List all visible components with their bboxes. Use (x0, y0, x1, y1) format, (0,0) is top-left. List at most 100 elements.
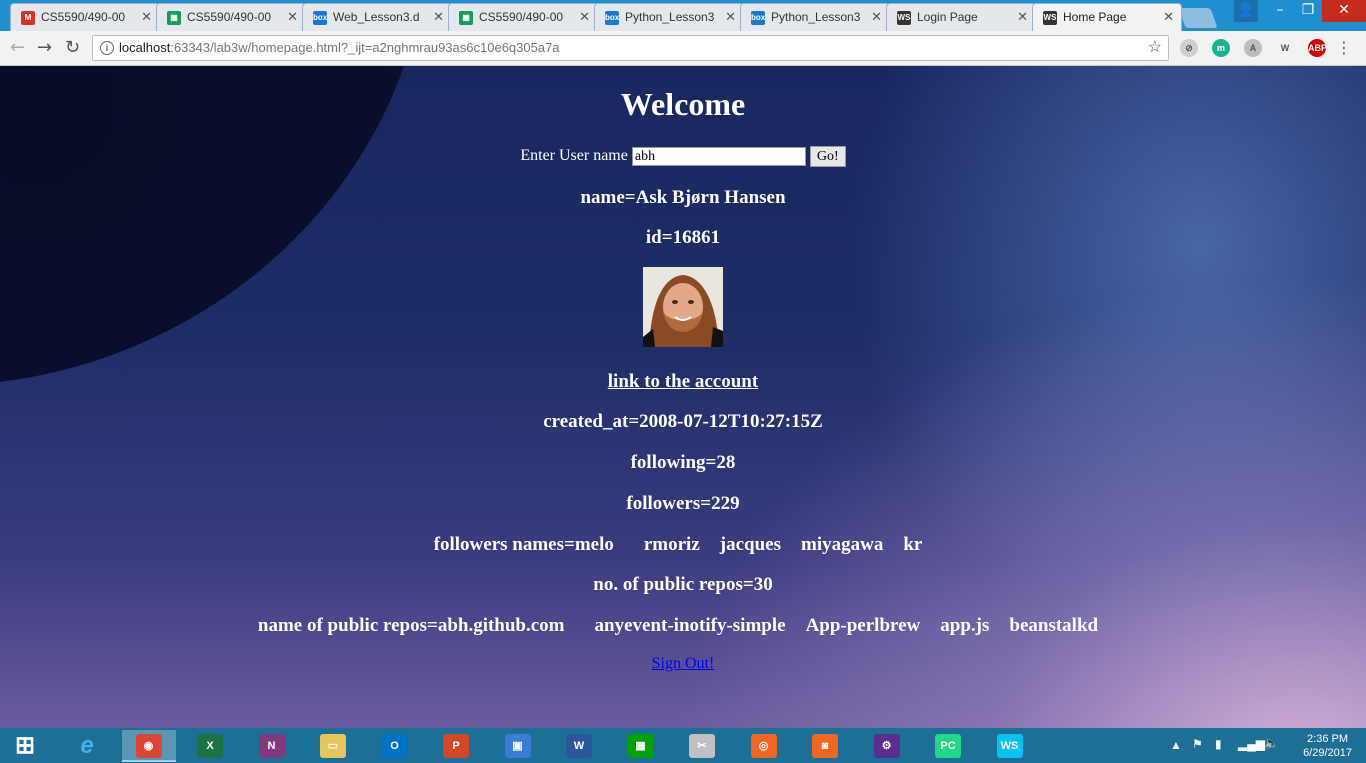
tab-title: Python_Lesson3 (625, 10, 715, 24)
adblock-icon[interactable]: ABP (1308, 39, 1327, 57)
pycharm-icon: PC (935, 734, 961, 758)
store-icon: ▦ (627, 734, 654, 758)
taskbar-app[interactable]: ◎ (737, 730, 791, 762)
repo-name: beanstalkd (1009, 615, 1099, 636)
box-icon: box (751, 11, 765, 25)
tab-title: Web_Lesson3.d (333, 10, 420, 24)
windows-taskbar: ⊞ e ◉ X N ▭ O P ▣ W ▦ ✂ ◎ ◙ ⚙ PC WS ▲ ⚑ ▮ ▂▄▆ 🔈 2:36 PM … (0, 728, 1366, 763)
account-link[interactable]: link to the account (608, 371, 758, 392)
windows-logo-icon: ⊞ (14, 732, 36, 759)
tab-title: Python_Lesson3 (771, 10, 861, 24)
user-profile-icon[interactable]: 👤 (1234, 0, 1258, 22)
public-repos-count-text: no. of public repos=30 (593, 574, 773, 595)
username-input[interactable] (631, 147, 806, 166)
taskbar-app[interactable]: ✂ (675, 730, 729, 762)
clock-time: 2:36 PM (1307, 733, 1349, 745)
tab-title: Login Page (917, 10, 978, 24)
box-icon: box (313, 11, 327, 25)
go-button[interactable]: Go! (809, 146, 846, 167)
url-path: :63343/lab3w/homepage.html?_ijt=a2nghmra… (170, 40, 560, 55)
taskbar-app[interactable]: ⚙ (860, 730, 914, 762)
extension-w-icon[interactable]: W (1276, 39, 1294, 57)
start-button[interactable]: ⊞ (0, 730, 50, 762)
forward-arrow-icon[interactable]: → (37, 37, 52, 58)
show-hidden-icons-chevron-icon[interactable]: ▲ (1170, 738, 1182, 752)
url-bar[interactable]: i localhost:63343/lab3w/homepage.html?_i… (92, 35, 1169, 61)
taskbar-app[interactable]: e (60, 730, 114, 762)
tab-title: CS5590/490-00 (187, 10, 272, 24)
network-signal-icon[interactable]: ▂▄▆ (1238, 737, 1265, 751)
repo-name: anyevent-inotify-simple (594, 615, 786, 636)
close-tab-icon[interactable]: ✕ (141, 9, 152, 25)
taskbar-app[interactable]: WS (983, 730, 1037, 762)
browser-tab[interactable]: box Python_Lesson3 ✕ (740, 3, 890, 31)
tab-title: CS5590/490-00 (479, 10, 564, 24)
volume-icon[interactable]: 🔈 (1264, 736, 1279, 750)
browser-tab[interactable]: ▦ CS5590/490-00 ✕ (156, 3, 306, 31)
follower-name: miyagawa (801, 534, 884, 555)
camera-icon: ◙ (812, 734, 838, 758)
close-tab-icon[interactable]: ✕ (287, 9, 298, 25)
internet-explorer-icon: e (80, 732, 94, 759)
system-clock[interactable]: 2:36 PM 6/29/2017 (1303, 732, 1352, 760)
taskbar-app[interactable]: ▣ (491, 730, 545, 762)
gmail-icon: M (21, 11, 35, 25)
taskbar-app[interactable]: N (245, 730, 299, 762)
chrome-menu-icon[interactable]: ⋮ (1336, 38, 1352, 57)
taskbar-app[interactable]: P (429, 730, 483, 762)
tab-title: CS5590/490-00 (41, 10, 126, 24)
taskbar-app[interactable]: ▭ (306, 730, 360, 762)
extension-translate-icon[interactable]: A (1244, 39, 1262, 57)
page-content: Welcome Enter User name Go! name=Ask Bjø… (0, 66, 1366, 728)
sign-out-line: Sign Out! (0, 655, 1366, 673)
public-repos-line: name of public repos=abh.github.com anyev… (0, 615, 1366, 637)
word-icon: W (566, 734, 592, 758)
close-tab-icon[interactable]: ✕ (871, 9, 882, 25)
sign-out-link[interactable]: Sign Out! (652, 655, 715, 672)
powerpoint-icon: P (443, 734, 469, 758)
taskbar-app[interactable]: ▦ (614, 730, 668, 762)
followers-names-line: followers names=melo rmoriz jacques miyagaw… (0, 534, 1366, 556)
repo-name: app.js (940, 615, 990, 636)
taskbar-app[interactable]: W (552, 730, 606, 762)
battery-icon[interactable]: ▮ (1215, 737, 1222, 751)
page-title: Welcome (620, 86, 746, 122)
close-tab-icon[interactable]: ✕ (725, 9, 736, 25)
taskbar-app[interactable]: ◉ (121, 730, 176, 762)
extension-m-icon[interactable]: m (1212, 39, 1230, 57)
restore-button[interactable]: ❐ (1294, 0, 1322, 22)
taskbar-app[interactable]: O (368, 730, 422, 762)
close-window-button[interactable]: ✕ (1322, 0, 1366, 22)
taskbar-app[interactable]: PC (921, 730, 975, 762)
created-at-text: created_at=2008-07-12T10:27:15Z (543, 411, 823, 432)
new-tab-button[interactable] (1178, 8, 1218, 28)
extension-grey-icon[interactable]: ⊘ (1180, 39, 1198, 57)
username-form: Enter User name Go! (0, 146, 1366, 167)
close-tab-icon[interactable]: ✕ (433, 9, 444, 25)
following-text: following=28 (630, 452, 736, 473)
back-arrow-icon[interactable]: ← (10, 37, 25, 58)
browser-tab[interactable]: WS Home Page ✕ (1032, 3, 1182, 31)
browser-tab[interactable]: box Web_Lesson3.d ✕ (302, 3, 452, 31)
remote-desktop-icon: ▣ (504, 734, 531, 758)
username-label: Enter User name (520, 147, 628, 165)
browser-tab[interactable]: WS Login Page ✕ (886, 3, 1036, 31)
followers-text: followers=229 (626, 493, 740, 514)
avatar-photo (643, 267, 723, 347)
taskbar-app[interactable]: X (183, 730, 237, 762)
close-tab-icon[interactable]: ✕ (579, 9, 590, 25)
bookmark-star-icon[interactable]: ☆ (1148, 36, 1162, 60)
browser-tab[interactable]: ▦ CS5590/490-00 ✕ (448, 3, 598, 31)
close-tab-icon[interactable]: ✕ (1163, 9, 1174, 25)
browser-toolbar: ← → ↻ i localhost:63343/lab3w/homepage.h… (0, 31, 1366, 66)
close-tab-icon[interactable]: ✕ (1017, 9, 1028, 25)
browser-tab[interactable]: M CS5590/490-00 ✕ (10, 3, 160, 31)
browser-tab[interactable]: box Python_Lesson3 ✕ (594, 3, 744, 31)
action-center-flag-icon[interactable]: ⚑ (1192, 737, 1203, 751)
reload-icon[interactable]: ↻ (65, 37, 80, 58)
info-icon[interactable]: i (100, 41, 114, 55)
clock-date: 6/29/2017 (1303, 747, 1352, 759)
minimize-button[interactable]: – (1266, 0, 1294, 22)
webstorm-icon: WS (897, 11, 911, 25)
taskbar-app[interactable]: ◙ (798, 730, 852, 762)
